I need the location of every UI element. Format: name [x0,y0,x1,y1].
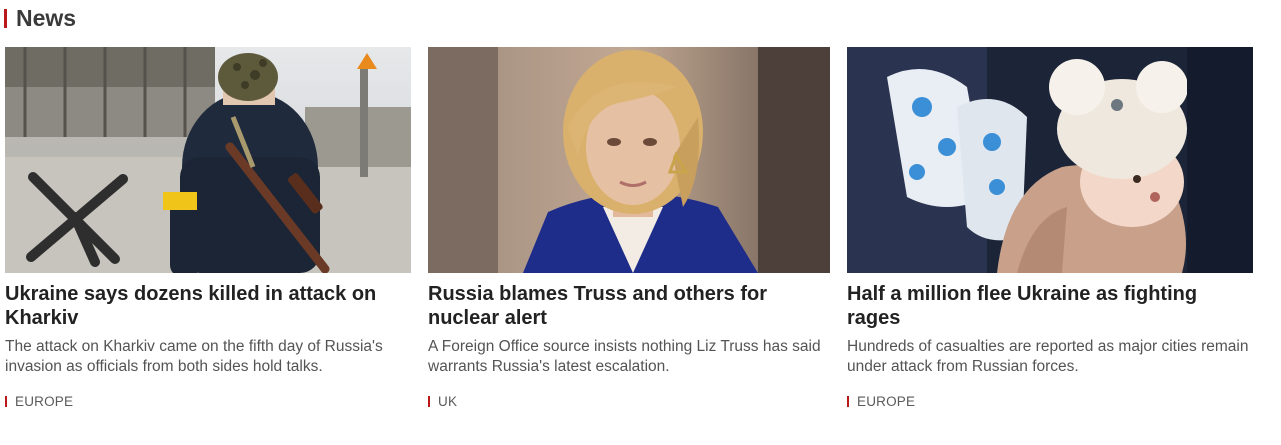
news-card: Russia blames Truss and others for nucle… [428,47,830,409]
article-summary: The attack on Kharkiv came on the fifth … [5,338,383,375]
article-image-link[interactable] [847,47,1253,273]
article-summary: A Foreign Office source insists nothing … [428,338,821,375]
tag-link[interactable]: EUROPE [857,394,915,409]
section-title-link[interactable]: News [16,6,76,30]
soldier-with-rifle-photo [5,47,411,273]
tag-link[interactable]: UK [438,394,457,409]
section-header: News [4,6,76,30]
tag-accent-bar [847,396,849,407]
article-headline-link[interactable]: Half a million flee Ukraine as fighting … [847,282,1253,330]
tag-link[interactable]: EUROPE [15,394,73,409]
woman-portrait-photo [428,47,830,273]
article-tag: EUROPE [5,394,73,409]
tag-accent-bar [5,396,7,407]
article-summary: Hundreds of casualties are reported as m… [847,338,1249,375]
child-in-winter-hat-photo [847,47,1253,273]
article-image-link[interactable] [5,47,411,273]
news-card: Ukraine says dozens killed in attack on … [5,47,411,409]
article-headline-link[interactable]: Ukraine says dozens killed in attack on … [5,282,411,330]
news-card: Half a million flee Ukraine as fighting … [847,47,1253,409]
article-image-link[interactable] [428,47,830,273]
article-tag: UK [428,394,457,409]
tag-accent-bar [428,396,430,407]
article-tag: EUROPE [847,394,915,409]
article-headline-link[interactable]: Russia blames Truss and others for nucle… [428,282,830,330]
section-accent-bar [4,8,7,28]
